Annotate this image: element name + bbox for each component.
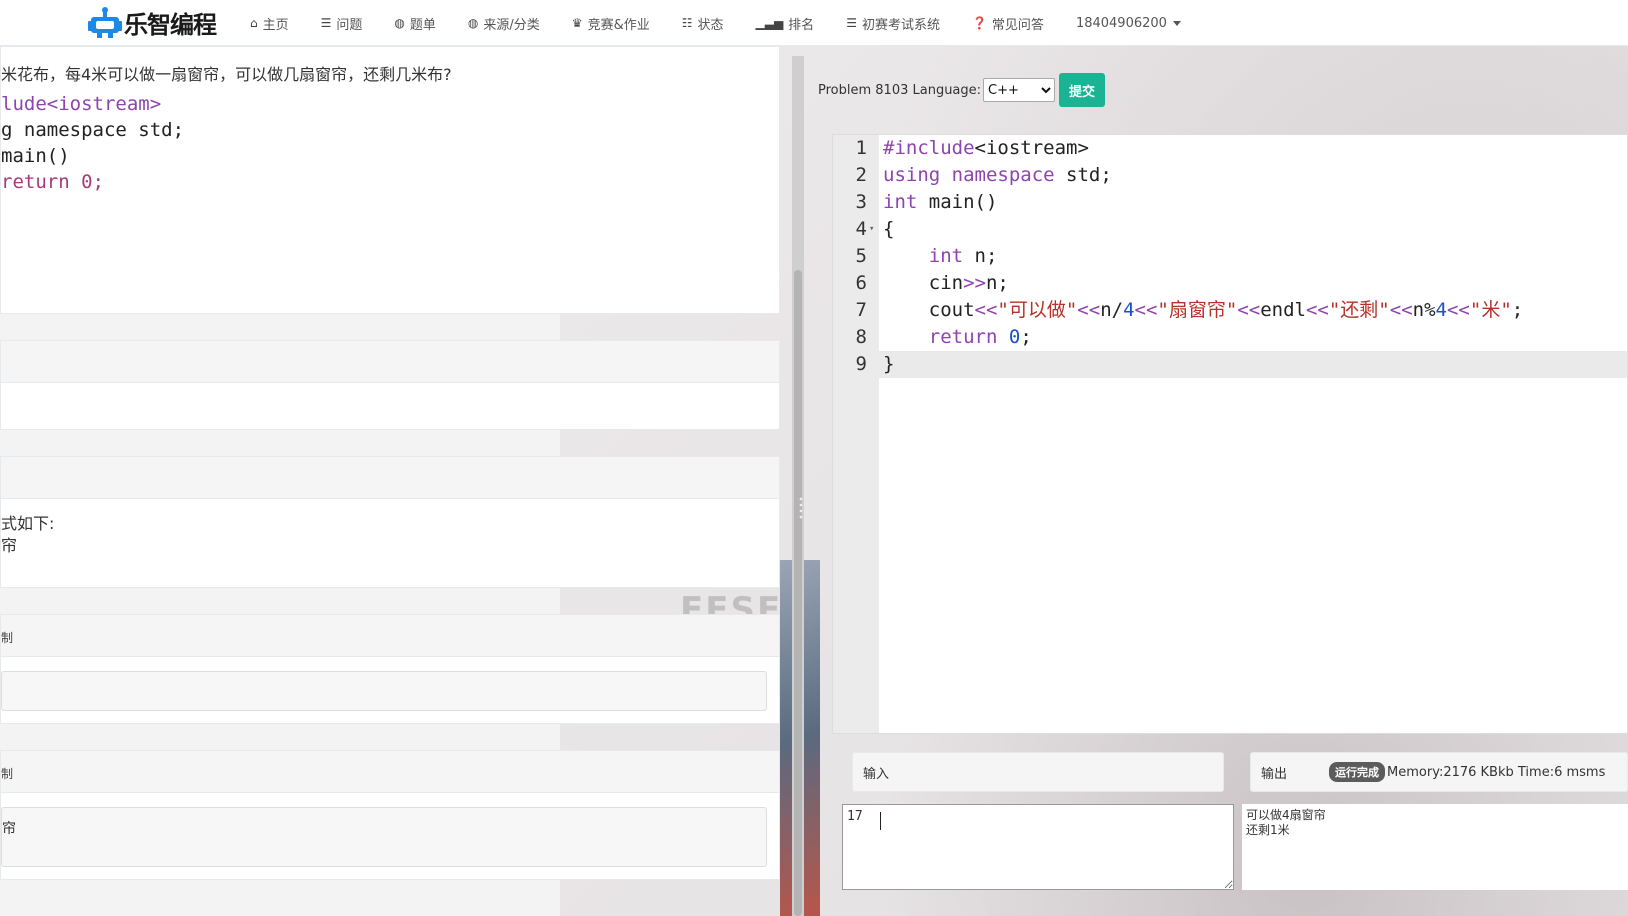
question-icon: ❓ (971, 16, 987, 30)
globe-icon: ◍ (394, 16, 405, 30)
problem-description-card: 米花布，每4米可以做一扇窗帘，可以做几扇窗帘，还剩几米布? lude<iostr… (0, 46, 780, 314)
sample-code-line: main() (1, 145, 70, 167)
status-badge: 运行完成 (1329, 762, 1386, 782)
code-line[interactable]: #include<iostream> (883, 135, 1627, 162)
trophy-icon: ♛ (571, 16, 583, 30)
nav-item-sources[interactable]: ◍ 来源/分类 (468, 14, 540, 33)
top-navbar: 乐智编程 ⌂ 主页 ☰ 问题 ◍ 题单 ◍ 来源/分类 ♛ 竞赛&作业 ☷ 状态 ▁▃▅ 排名… (0, 0, 1628, 46)
problem-language-label: Problem 8103 Language: (818, 82, 982, 98)
nav-item-label: 问题 (336, 17, 363, 33)
brand-logo[interactable]: 乐智编程 (88, 4, 217, 40)
code-line[interactable]: int main() (883, 189, 1627, 216)
code-line[interactable]: cin>>n; (883, 270, 1627, 297)
line-number: 7 (855, 299, 867, 321)
code-line[interactable]: using namespace std; (883, 162, 1627, 189)
line-number: 5 (855, 245, 867, 267)
section-header (1, 457, 779, 499)
line-number: 2 (855, 164, 867, 186)
sample-code-line: lude<iostream> (1, 93, 162, 115)
line-number: 1 (855, 137, 867, 159)
output-format-line: 式如下: (1, 514, 55, 533)
run-output: 可以做4扇窗帘 还剩1米 (1242, 804, 1628, 890)
nav-item-home[interactable]: ⌂ 主页 (250, 14, 289, 33)
output-header: 输出 运行完成 Memory:2176 KBkb Time:6 msms (1250, 752, 1628, 792)
nav-item-label: 状态 (697, 17, 724, 33)
input-format-card (0, 340, 780, 430)
code-editor[interactable]: 1 2 3 4 ▾ 5 6 7 8 9 #include<iostream> usi… (832, 134, 1628, 734)
user-menu[interactable]: 18404906200 (1076, 16, 1181, 31)
copy-label[interactable]: 制 (1, 615, 779, 657)
submit-toolbar: Problem 8103 Language: C++ 提交 (818, 70, 1106, 110)
nav-item-contests[interactable]: ♛ 竞赛&作业 (572, 14, 650, 33)
sample-output-card: 制 帘 (0, 750, 780, 880)
editor-gutter: 1 2 3 4 ▾ 5 6 7 8 9 (833, 135, 879, 733)
nav-item-label: 竞赛&作业 (587, 17, 650, 33)
nav-menu: ⌂ 主页 ☰ 问题 ◍ 题单 ◍ 来源/分类 ♛ 竞赛&作业 ☷ 状态 ▁▃▅ 排名 ☰ 初赛考… (250, 0, 1213, 46)
line-number: 6 (855, 272, 867, 294)
output-line: 可以做4扇窗帘 (1246, 808, 1326, 822)
output-line: 还剩1米 (1246, 823, 1290, 837)
problem-description: 米花布，每4米可以做一扇窗帘，可以做几扇窗帘，还剩几米布? (1, 65, 452, 84)
nav-item-label: 排名 (788, 17, 815, 33)
user-name: 18404906200 (1075, 15, 1167, 31)
caret-down-icon (1172, 20, 1181, 26)
nav-item-label: 题单 (409, 17, 436, 33)
robot-logo-icon (88, 7, 122, 38)
nav-item-problem-lists[interactable]: ◍ 题单 (394, 14, 436, 33)
home-icon: ⌂ (250, 16, 258, 30)
code-submit-panel: Problem 8103 Language: C++ 提交 1 2 3 4 ▾ 5… (818, 60, 1628, 916)
nav-item-status[interactable]: ☷ 状态 (682, 14, 724, 33)
brand-name: 乐智编程 (124, 10, 217, 39)
nav-item-label: 来源/分类 (483, 17, 540, 33)
output-format-body: 式如下: 帘 (1, 499, 779, 557)
signal-icon: ▁▃▅ (755, 16, 784, 30)
problem-panel: 米花布，每4米可以做一扇窗帘，可以做几扇窗帘，还剩几米布? lude<iostr… (0, 46, 790, 916)
nav-item-problems[interactable]: ☰ 问题 (321, 14, 363, 33)
splitter-handle-icon[interactable] (799, 496, 803, 520)
nav-item-faq[interactable]: ❓ 常见问答 (972, 14, 1044, 33)
io-area: 输入 输出 运行完成 Memory:2176 KBkb Time:6 msms … (832, 738, 1628, 916)
output-format-card: 式如下: 帘 (0, 456, 780, 588)
submit-button[interactable]: 提交 (1059, 73, 1106, 107)
sample-input-card: 制 (0, 614, 780, 724)
line-number: 8 (855, 326, 867, 348)
fold-arrow-icon[interactable]: ▾ (869, 216, 874, 243)
language-select[interactable]: C++ (983, 78, 1056, 102)
sample-code-line: return 0; (1, 171, 104, 193)
text-cursor-icon (880, 812, 886, 830)
code-line[interactable]: cout<<"可以做"<<n/4<<"扇窗帘"<<endl<<"还剩"<<n%4… (883, 297, 1627, 324)
line-number: 4 ▾ (833, 216, 879, 243)
nav-item-label: 常见问答 (991, 17, 1044, 33)
section-header (1, 341, 779, 383)
output-format-line: 帘 (1, 536, 18, 555)
run-stats: Memory:2176 KBkb Time:6 msms (1387, 764, 1606, 780)
nav-item-label: 初赛考试系统 (861, 17, 940, 33)
sample-input-box (1, 671, 767, 711)
code-line[interactable]: { (883, 216, 1627, 243)
line-number: 3 (855, 191, 867, 213)
copy-label[interactable]: 制 (1, 751, 779, 793)
line-number: 9 (855, 353, 867, 375)
custom-input-field[interactable]: 17 (842, 804, 1234, 890)
nav-item-exam-system[interactable]: ☰ 初赛考试系统 (846, 14, 940, 33)
nav-item-ranking[interactable]: ▁▃▅ 排名 (755, 14, 814, 33)
input-header: 输入 (852, 752, 1224, 792)
sample-code-line: g namespace std; (1, 119, 185, 141)
input-label: 输入 (863, 766, 890, 782)
list-icon: ☰ (846, 16, 857, 30)
code-line[interactable]: return 0; (883, 324, 1627, 351)
list-icon: ☷ (681, 16, 693, 30)
code-text[interactable]: #include<iostream> using namespace std; in… (879, 135, 1627, 378)
sample-output-box: 帘 (1, 807, 767, 867)
code-line[interactable]: } (879, 351, 1627, 378)
scrollbar-thumb[interactable] (794, 270, 802, 916)
nav-item-label: 主页 (262, 17, 289, 33)
code-line[interactable]: int n; (883, 243, 1627, 270)
sample-code: lude<iostream> g namespace std; main() r… (1, 91, 779, 195)
globe-icon: ◍ (467, 16, 479, 30)
list-icon: ☰ (320, 16, 332, 30)
output-label: 输出 (1261, 766, 1288, 782)
